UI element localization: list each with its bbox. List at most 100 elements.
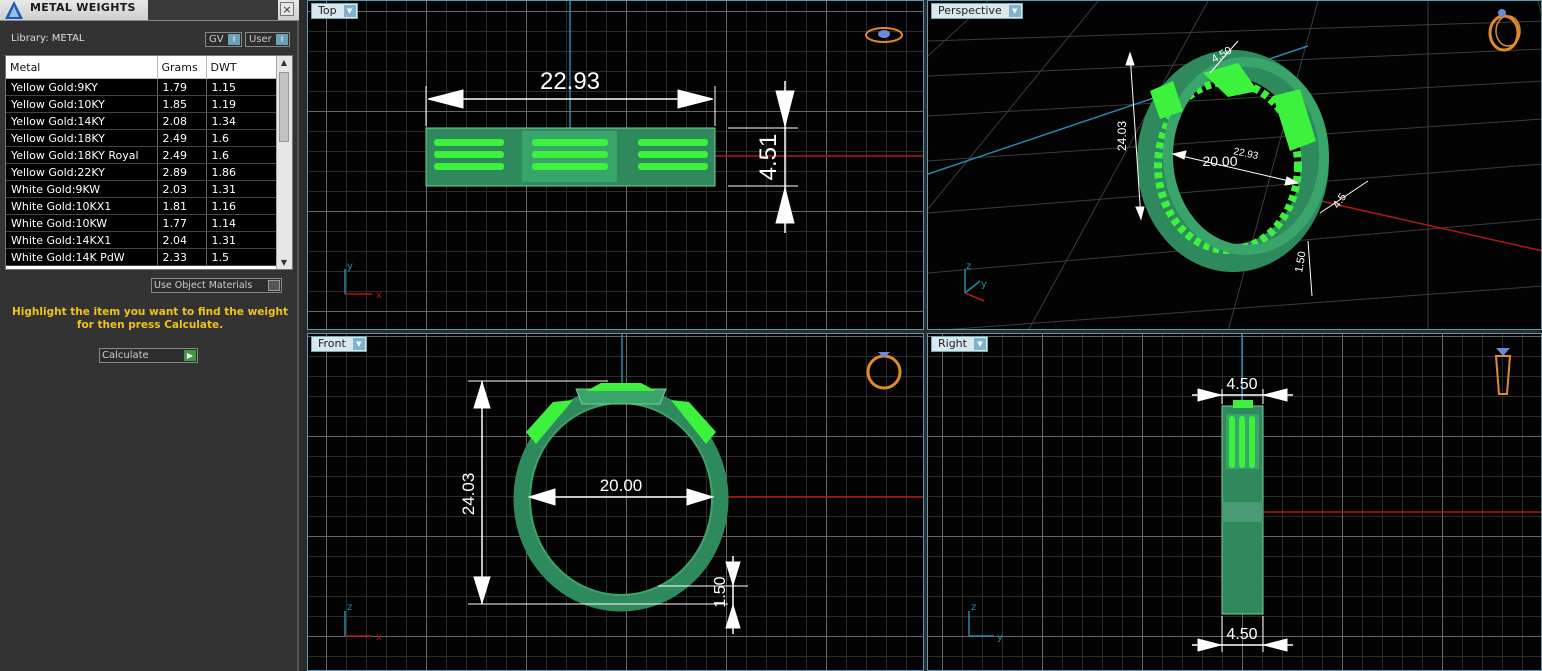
close-icon[interactable]: × bbox=[280, 2, 294, 16]
viewport-right[interactable]: 4.50 4.50 z y Right ▼ bbox=[927, 333, 1542, 671]
ring-preview-icon[interactable] bbox=[1494, 348, 1512, 395]
table-row[interactable]: White Gold:10KX1 1.81 1.16 bbox=[6, 197, 278, 215]
axis-gizmo: z x bbox=[344, 602, 382, 643]
viewport-label-text: Perspective bbox=[938, 4, 1002, 17]
dim-width-text: 22.93 bbox=[540, 68, 600, 95]
chevron-down-icon: ▼ bbox=[1008, 5, 1021, 17]
front-view-scene: 24.03 20.00 1.50 z x bbox=[344, 334, 923, 643]
metal-cell: White Gold:9KW bbox=[6, 180, 158, 198]
gv-toggle-label: GV bbox=[209, 34, 224, 45]
chevron-down-icon: ▼ bbox=[352, 338, 365, 350]
dwt-cell: 1.14 bbox=[206, 214, 278, 232]
ring-preview-icon[interactable] bbox=[865, 27, 903, 43]
grams-cell: 1.77 bbox=[157, 214, 207, 232]
persp-dim-band-text: 1.50 bbox=[1293, 250, 1309, 273]
viewport-label-front[interactable]: Front ▼ bbox=[311, 336, 367, 352]
table-row[interactable]: Yellow Gold:9KY 1.79 1.15 bbox=[6, 78, 278, 96]
viewport-label-text: Right bbox=[938, 337, 967, 350]
table-row[interactable]: White Gold:14KX1 2.04 1.31 bbox=[6, 231, 278, 249]
front-dim-band-text: 1.50 bbox=[712, 576, 729, 607]
scroll-down-icon[interactable]: ▼ bbox=[279, 258, 289, 267]
grams-cell: 1.79 bbox=[157, 78, 207, 96]
viewport-front[interactable]: 24.03 20.00 1.50 z x Front ▼ bbox=[307, 333, 924, 671]
table-row[interactable]: White Gold:14K PdW 2.33 1.5 bbox=[6, 248, 278, 266]
right-dim-top-text: 4.50 bbox=[1226, 376, 1257, 393]
table-row[interactable]: Yellow Gold:18KY 2.49 1.6 bbox=[6, 129, 278, 147]
metal-cell: Yellow Gold:22KY bbox=[6, 163, 158, 181]
svg-text:y: y bbox=[347, 261, 353, 272]
ring-top-view bbox=[425, 127, 716, 187]
table-scrollbar[interactable]: ▲ ▼ bbox=[276, 56, 292, 269]
grams-cell: 2.03 bbox=[157, 180, 207, 198]
library-label: Library: METAL bbox=[11, 33, 85, 44]
panel-title-bar: METAL WEIGHTS × bbox=[0, 0, 299, 21]
table-row[interactable]: Yellow Gold:18KY Royal 2.49 1.6 bbox=[6, 146, 278, 164]
metal-cell: White Gold:10KW bbox=[6, 214, 158, 232]
dwt-cell: 1.19 bbox=[206, 95, 278, 113]
checkbox-icon bbox=[268, 280, 280, 291]
ring-side-view bbox=[1221, 400, 1264, 615]
table-header-row: Metal Grams DWT bbox=[6, 56, 278, 79]
calculate-hint: Highlight the item you want to find the … bbox=[10, 306, 290, 332]
ring-preview-icon[interactable] bbox=[866, 352, 902, 390]
column-header-grams[interactable]: Grams bbox=[157, 56, 207, 79]
perspective-view-scene: 24.03 20.00 22.93 4.50 4.5 1.50 z y bbox=[928, 1, 1541, 329]
grams-cell: 2.08 bbox=[157, 112, 207, 130]
dwt-cell: 1.31 bbox=[206, 231, 278, 249]
metal-cell: White Gold:14K PdW bbox=[6, 248, 158, 266]
svg-text:x: x bbox=[376, 290, 382, 301]
grams-cell: 2.33 bbox=[157, 248, 207, 266]
table-row[interactable]: Yellow Gold:14KY 2.08 1.34 bbox=[6, 112, 278, 130]
user-toggle[interactable]: User I bbox=[245, 32, 290, 47]
dwt-cell: 1.16 bbox=[206, 197, 278, 215]
column-header-dwt[interactable]: DWT bbox=[206, 56, 278, 79]
grams-cell: 2.89 bbox=[157, 163, 207, 181]
svg-text:y: y bbox=[981, 279, 987, 290]
toggle-switch-icon: I bbox=[228, 34, 240, 45]
column-header-metal[interactable]: Metal bbox=[6, 56, 158, 79]
table-row[interactable]: White Gold:10KW 1.77 1.14 bbox=[6, 214, 278, 232]
dwt-cell: 1.31 bbox=[206, 180, 278, 198]
dwt-cell: 1.15 bbox=[206, 78, 278, 96]
persp-dim-height-text: 24.03 bbox=[1115, 121, 1129, 151]
use-object-materials-checkbox[interactable]: Use Object Materials bbox=[151, 278, 282, 293]
metal-cell: Yellow Gold:18KY Royal bbox=[6, 146, 158, 164]
axis-gizmo: z y bbox=[968, 602, 1003, 643]
table-row[interactable]: Yellow Gold:10KY 1.85 1.19 bbox=[6, 95, 278, 113]
persp-dim-side-text: 4.5 bbox=[1331, 191, 1350, 210]
viewport-label-perspective[interactable]: Perspective ▼ bbox=[931, 3, 1023, 19]
dwt-cell: 1.5 bbox=[206, 248, 278, 266]
chevron-down-icon: ▼ bbox=[343, 5, 356, 17]
metal-weights-panel: METAL WEIGHTS × Library: METAL GV I User I… bbox=[0, 0, 299, 671]
dim-height-text: 4.51 bbox=[755, 134, 782, 181]
viewport-label-right[interactable]: Right ▼ bbox=[931, 336, 988, 352]
scrollbar-thumb[interactable] bbox=[279, 72, 289, 142]
use-object-materials-label: Use Object Materials bbox=[154, 280, 253, 291]
viewport-perspective[interactable]: 24.03 20.00 22.93 4.50 4.5 1.50 z y Pers… bbox=[927, 0, 1542, 330]
viewport-label-top[interactable]: Top ▼ bbox=[311, 3, 358, 19]
ring-preview-icon[interactable] bbox=[1488, 9, 1521, 52]
toggle-switch-icon: I bbox=[276, 34, 288, 45]
table-row[interactable]: Yellow Gold:22KY 2.89 1.86 bbox=[6, 163, 278, 181]
table-row[interactable]: White Gold:9KW 2.03 1.31 bbox=[6, 180, 278, 198]
hint-line-1: Highlight the item you want to find the … bbox=[12, 306, 288, 318]
app-logo-icon bbox=[5, 1, 23, 19]
svg-text:z: z bbox=[347, 602, 352, 613]
gv-toggle[interactable]: GV I bbox=[205, 32, 242, 47]
metal-cell: White Gold:10KX1 bbox=[6, 197, 158, 215]
svg-text:y: y bbox=[997, 632, 1003, 643]
metal-weights-table: Metal Grams DWT Yellow Gold:9KY 1.79 1.15 … bbox=[5, 55, 293, 270]
panel-title: METAL WEIGHTS bbox=[30, 1, 136, 14]
calculate-button[interactable]: Calculate ▶ bbox=[99, 348, 198, 363]
axis-gizmo: z y bbox=[964, 261, 987, 302]
grams-cell: 1.85 bbox=[157, 95, 207, 113]
viewport-label-text: Top bbox=[318, 4, 337, 17]
scroll-up-icon[interactable]: ▲ bbox=[279, 58, 289, 67]
svg-text:z: z bbox=[971, 602, 976, 613]
viewport-top[interactable]: 22.93 4.51 y x Top ▼ bbox=[307, 0, 924, 330]
metal-cell: White Gold:14KX1 bbox=[6, 231, 158, 249]
calculate-label: Calculate bbox=[102, 350, 149, 361]
grams-cell: 2.04 bbox=[157, 231, 207, 249]
hint-line-2: for then press Calculate. bbox=[76, 319, 224, 331]
right-dim-bottom-text: 4.50 bbox=[1226, 626, 1257, 643]
